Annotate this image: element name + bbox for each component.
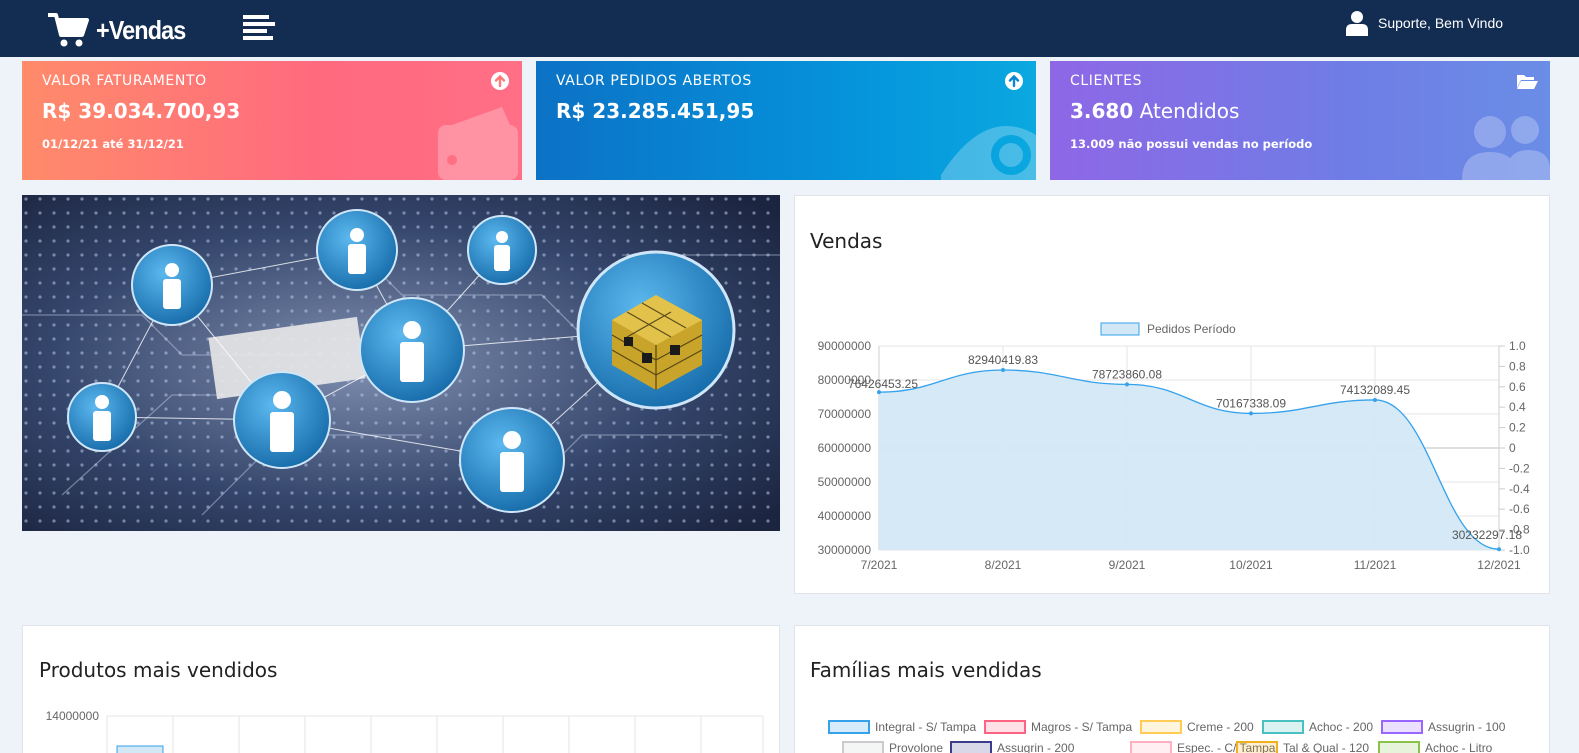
eye-icon (941, 126, 1036, 180)
folder-open-icon[interactable] (1516, 71, 1538, 91)
y-tick-label: 14000000 (46, 709, 100, 723)
vendas-chart: 9000000080000000700000006000000050000000… (818, 322, 1530, 572)
data-label: 74132089.45 (1340, 383, 1410, 397)
bar (116, 745, 164, 753)
brand-logo[interactable]: +Vendas (48, 10, 195, 50)
users-icon (1462, 116, 1550, 180)
card-label: VALOR PEDIDOS ABERTOS (556, 73, 752, 89)
data-label: 30232297.18 (1452, 528, 1522, 542)
y-tick-label: 60000000 (818, 441, 872, 455)
legend-label[interactable]: Tal & Qual - 120 (1283, 741, 1369, 753)
card-label: CLIENTES (1070, 73, 1143, 89)
y-tick-label: 30000000 (818, 543, 872, 557)
card-valor-pedidos-abertos: VALOR PEDIDOS ABERTOS R$ 23.285.451,95 (536, 61, 1036, 180)
x-tick-label: 8/2021 (985, 558, 1022, 572)
legend-swatch[interactable] (984, 720, 1026, 734)
legend-label[interactable]: Magros - S/ Tampa (1031, 720, 1132, 734)
produtos-panel: Produtos mais vendidos 14000000 (22, 625, 780, 753)
card-value: R$ 39.034.700,93 (42, 99, 241, 123)
x-tick-label: 11/2021 (1354, 558, 1397, 572)
user-icon (1346, 11, 1368, 36)
familias-legend: Integral - S/ Tampa Magros - S/ Tampa Crem… (828, 720, 1506, 753)
arrow-up-circle-icon[interactable] (490, 71, 510, 91)
y2-tick-label: 0.6 (1509, 380, 1526, 394)
legend-label[interactable]: Provolone (889, 741, 943, 753)
y2-tick-label: 0.8 (1509, 359, 1526, 373)
y-tick-label: 70000000 (818, 407, 872, 421)
legend-swatch[interactable] (1140, 720, 1182, 734)
vendas-panel: Vendas 90000000 80000000 70000000 60000000 5… (794, 195, 1550, 594)
user-greeting: Suporte, Bem Vindo (1378, 15, 1504, 31)
card-value-suffix: Atendidos (1133, 99, 1240, 123)
series-area (879, 370, 1499, 550)
legend-label: Pedidos Período (1147, 322, 1236, 336)
card-label: VALOR FATURAMENTO (42, 73, 207, 89)
produtos-chart: 14000000 (46, 709, 764, 753)
y2-tick-label: -1.0 (1509, 543, 1530, 557)
legend-swatch[interactable] (1378, 741, 1420, 753)
card-value: R$ 23.285.451,95 (556, 99, 755, 123)
x-tick-label: 12/2021 (1477, 558, 1521, 572)
data-label: 78723860.08 (1092, 367, 1162, 381)
y-tick-label: 90000000 (818, 339, 872, 353)
top-navbar: +Vendas Suporte, Bem Vindo (0, 0, 1579, 57)
legend-label[interactable]: Assugrin - 100 (1428, 720, 1506, 734)
data-point (1249, 411, 1253, 416)
data-label: 82940419.83 (968, 353, 1038, 367)
y2-tick-label: 0 (1509, 441, 1516, 455)
y2-tick-label: 1.0 (1509, 339, 1526, 353)
y-tick-label: 40000000 (818, 509, 872, 523)
cart-icon (48, 13, 89, 47)
legend-swatch[interactable] (1236, 741, 1278, 753)
x-tick-label: 7/2021 (861, 558, 898, 572)
hero-banner-image (22, 195, 780, 531)
x-tick-label: 9/2021 (1109, 558, 1146, 572)
legend-swatch[interactable] (950, 741, 992, 753)
y-tick-label: 50000000 (818, 475, 872, 489)
data-label: 70167338.09 (1216, 396, 1286, 410)
menu-icon[interactable] (243, 15, 275, 41)
x-tick-label: 10/2021 (1229, 558, 1273, 572)
legend-label[interactable]: Achoc - Litro (1425, 741, 1493, 753)
legend-swatch[interactable] (1262, 720, 1304, 734)
y2-tick-label: 0.2 (1509, 421, 1526, 435)
data-point (1373, 397, 1377, 402)
wallet-icon (438, 107, 518, 180)
brand-name: +Vendas (96, 14, 186, 45)
legend-label[interactable]: Creme - 200 (1187, 720, 1254, 734)
legend-swatch[interactable] (1381, 720, 1423, 734)
legend-swatch[interactable] (842, 741, 884, 753)
legend-label[interactable]: Assugrin - 200 (997, 741, 1075, 753)
legend-swatch[interactable] (828, 720, 870, 734)
card-value: 3.680 Atendidos (1070, 99, 1239, 123)
card-value-number: 3.680 (1070, 99, 1134, 123)
y2-tick-label: -0.4 (1509, 482, 1530, 496)
network-illustration (22, 195, 780, 531)
card-valor-faturamento: VALOR FATURAMENTO R$ 39.034.700,93 01/12… (22, 61, 522, 180)
user-menu[interactable]: Suporte, Bem Vindo (1346, 10, 1503, 36)
card-subtext: 13.009 não possui vendas no período (1070, 137, 1313, 151)
data-point (1125, 382, 1129, 387)
arrow-up-circle-icon[interactable] (1004, 71, 1024, 91)
y2-tick-label: -0.6 (1509, 502, 1530, 516)
familias-panel: Famílias mais vendidas Integral - S/ Tam… (794, 625, 1550, 753)
data-point (1001, 368, 1005, 373)
legend-label[interactable]: Achoc - 200 (1309, 720, 1373, 734)
legend-label[interactable]: Integral - S/ Tampa (875, 720, 976, 734)
y2-tick-label: -0.2 (1509, 461, 1530, 475)
card-clientes: CLIENTES 3.680 Atendidos 13.009 não poss… (1050, 61, 1550, 180)
legend-swatch (1100, 322, 1140, 336)
card-period: 01/12/21 até 31/12/21 (42, 137, 184, 151)
y2-tick-label: 0.4 (1509, 400, 1526, 414)
data-label: 76426453.25 (848, 377, 918, 391)
legend-swatch[interactable] (1130, 741, 1172, 753)
data-point (1497, 547, 1501, 552)
